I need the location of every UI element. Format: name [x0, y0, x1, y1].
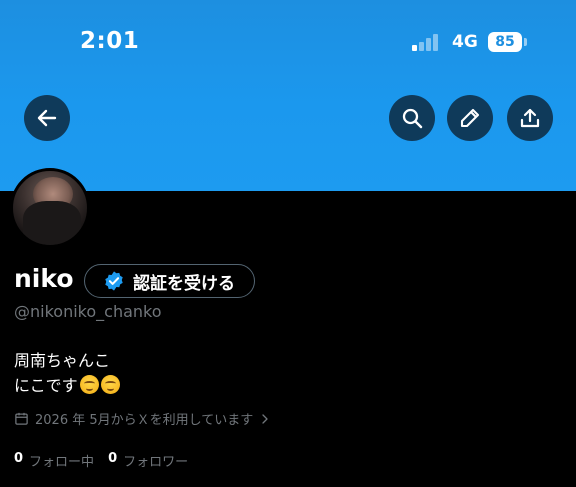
pencil-icon — [460, 108, 480, 128]
avatar-hand — [23, 201, 81, 245]
bio-line-2: にこです — [14, 372, 120, 396]
upload-icon — [520, 108, 540, 128]
back-button[interactable] — [24, 95, 70, 141]
search-button[interactable] — [389, 95, 435, 141]
followers-label: フォロワー — [123, 455, 189, 470]
bio-line-2-text: にこです — [14, 376, 78, 395]
chevron-right-icon — [262, 413, 268, 424]
following-link[interactable]: 0 フォロー中 — [14, 451, 94, 470]
share-button[interactable] — [507, 95, 553, 141]
following-count: 0 — [14, 451, 24, 466]
display-name: niko — [14, 264, 74, 293]
search-icon — [402, 108, 423, 129]
get-verified-label: 認証を受ける — [133, 273, 235, 294]
battery-level: 85 — [488, 32, 522, 52]
verified-badge-icon — [105, 271, 123, 291]
joined-date: 2026 年 5月からＸを利用しています — [35, 413, 254, 428]
joined-date-link[interactable]: 2026 年 5月からＸを利用しています — [14, 409, 271, 428]
bio-line-1: 周南ちゃんこ — [14, 351, 111, 370]
followers-link[interactable]: 0 フォロワー — [108, 451, 188, 470]
network-type: 4G — [452, 32, 478, 52]
relieved-face-emoji — [100, 375, 120, 394]
signal-strength-icon — [412, 33, 442, 51]
follow-stats: 0 フォロー中 0 フォロワー — [14, 451, 188, 470]
arrow-left-icon — [37, 109, 57, 127]
relieved-face-emoji — [79, 375, 99, 394]
followers-count: 0 — [108, 451, 118, 466]
edit-button[interactable] — [447, 95, 493, 141]
user-handle: @nikoniko_chanko — [14, 302, 162, 321]
following-label: フォロー中 — [29, 455, 95, 470]
avatar[interactable] — [10, 168, 90, 248]
calendar-icon — [15, 412, 28, 425]
get-verified-button[interactable]: 認証を受ける — [84, 264, 255, 298]
battery-tip — [524, 38, 527, 46]
status-time: 2:01 — [80, 28, 140, 54]
